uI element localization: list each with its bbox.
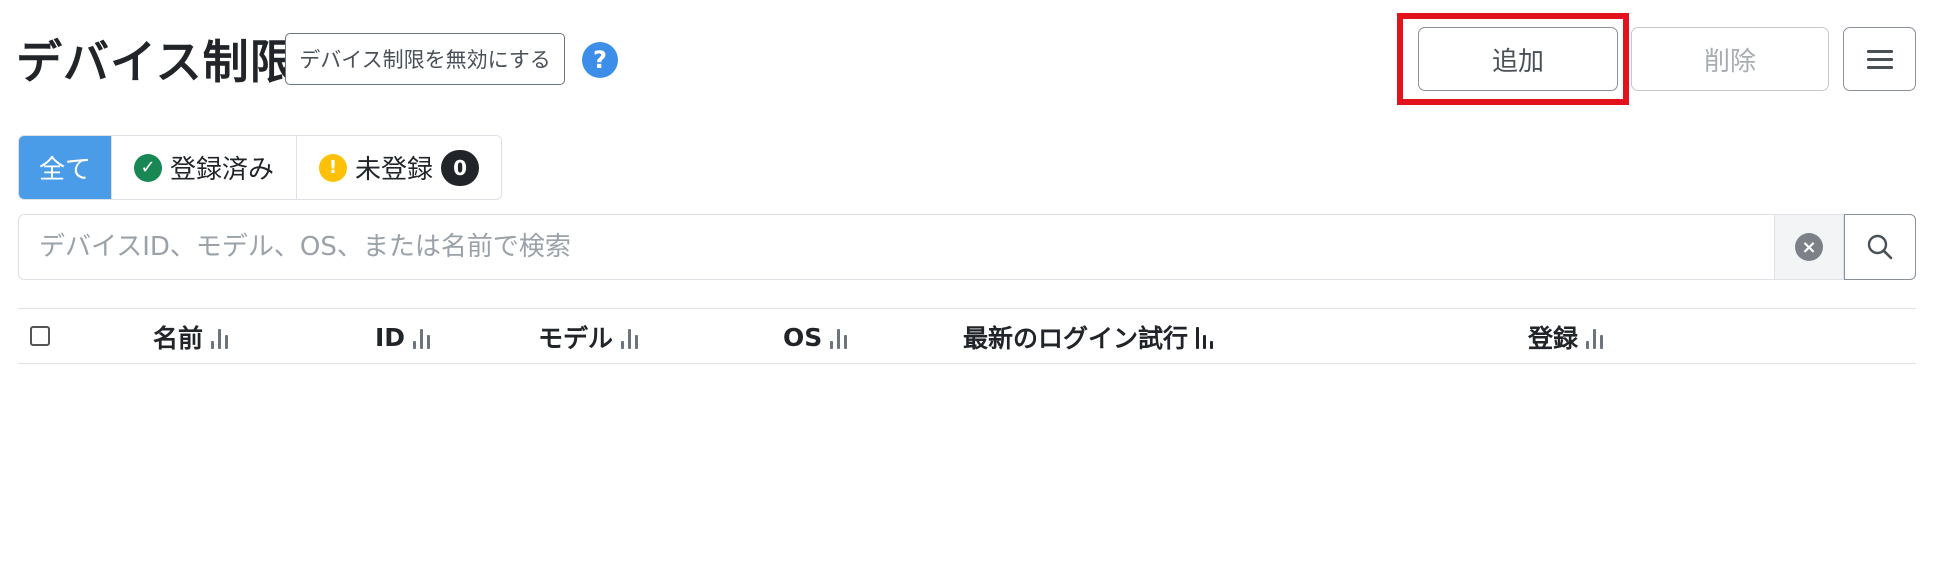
delete-button[interactable]: 削除 (1631, 27, 1829, 91)
check-circle-icon: ✓ (134, 153, 162, 182)
sort-icon (830, 325, 848, 349)
add-button-highlight (1397, 13, 1629, 105)
column-header-model[interactable]: モデル (538, 321, 639, 353)
disable-device-restriction-button[interactable]: デバイス制限を無効にする (285, 33, 565, 85)
clear-search-button[interactable]: × (1774, 214, 1844, 280)
column-header-label: 名前 (153, 324, 204, 353)
page-title: デバイス制限 (16, 35, 297, 89)
menu-button[interactable] (1843, 27, 1916, 91)
sort-icon (211, 325, 229, 349)
column-header-label: モデル (538, 324, 614, 353)
exclamation-circle-icon: ! (319, 153, 348, 182)
sort-icon (1196, 325, 1214, 349)
filter-tab-all-label: 全て (38, 155, 91, 185)
filter-tab-unregistered[interactable]: ! 未登録 0 (297, 136, 502, 199)
column-header-last-login[interactable]: 最新のログイン試行 (963, 321, 1214, 353)
search-bar: × (18, 214, 1916, 280)
column-header-label: 最新のログイン試行 (963, 324, 1189, 353)
filter-tab-all[interactable]: 全て (19, 136, 112, 199)
hamburger-menu-icon (1866, 45, 1893, 74)
filter-tab-unregistered-label: 未登録 (355, 155, 434, 185)
help-icon[interactable]: ? (582, 42, 618, 78)
column-header-label: ID (375, 322, 406, 352)
column-header-name[interactable]: 名前 (153, 321, 229, 353)
table-header: 名前 ID モデル OS 最新のログイン試行 登録 (18, 308, 1916, 364)
column-header-registration[interactable]: 登録 (1528, 321, 1604, 353)
search-button[interactable] (1844, 214, 1916, 280)
filter-tab-registered[interactable]: ✓ 登録済み (112, 136, 298, 199)
sort-icon (621, 325, 639, 349)
column-header-label: 登録 (1528, 324, 1579, 353)
unregistered-count-badge: 0 (441, 149, 480, 186)
filter-tab-registered-label: 登録済み (170, 155, 275, 185)
search-icon (1867, 234, 1893, 260)
filter-tabs: 全て ✓ 登録済み ! 未登録 0 (18, 135, 503, 200)
select-all-checkbox[interactable] (30, 326, 50, 346)
column-header-label: OS (783, 322, 823, 352)
search-input[interactable] (18, 214, 1774, 280)
column-header-id[interactable]: ID (375, 321, 431, 353)
sort-icon (1586, 325, 1604, 349)
column-header-os[interactable]: OS (783, 321, 848, 353)
page: デバイス制限 デバイス制限を無効にする ? 追加 削除 全て ✓ 登録済み ! … (0, 0, 1936, 584)
clear-icon: × (1795, 233, 1823, 261)
sort-icon (413, 325, 431, 349)
